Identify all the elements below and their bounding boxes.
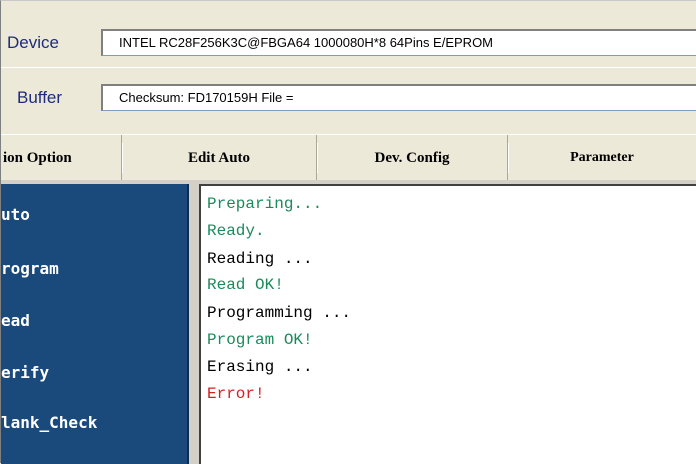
programmer-window: Device INTEL RC28F256K3C@FBGA64 1000080H…	[0, 0, 696, 464]
tab-label: Edit Auto	[187, 150, 251, 166]
buffer-label: Buffer	[17, 88, 63, 107]
log-line: Reading ...	[207, 250, 313, 268]
tab-edit-auto[interactable]: Edit Auto	[122, 135, 318, 181]
log-line: Read OK!	[207, 276, 284, 294]
device-field[interactable]: INTEL RC28F256K3C@FBGA64 1000080H*8 64Pi…	[101, 29, 696, 56]
tab-label: Parameter	[570, 150, 634, 165]
tab-function-option[interactable]: ion Option	[1, 135, 123, 181]
tab-parameter[interactable]: Parameter	[508, 135, 696, 181]
sidebar-item-blank-check[interactable]: lank_Check	[1, 408, 97, 438]
log-line: Erasing ...	[207, 358, 313, 376]
row-divider	[1, 67, 696, 68]
option-tab-bar: ion Option Edit Auto Dev. Config Paramet…	[1, 134, 696, 181]
log-line: Preparing...	[207, 195, 323, 213]
log-line: Error!	[207, 385, 265, 403]
device-row: Device INTEL RC28F256K3C@FBGA64 1000080H…	[1, 25, 696, 61]
tab-dev-config[interactable]: Dev. Config	[317, 135, 509, 181]
sidebar-item-verify[interactable]: erify	[1, 358, 49, 388]
buffer-field[interactable]: Checksum: FD170159H File =	[101, 84, 696, 111]
log-line: Program OK!	[207, 331, 313, 349]
sidebar-item-read[interactable]: ead	[1, 306, 30, 336]
buffer-row: Buffer Checksum: FD170159H File =	[1, 80, 696, 116]
log-output[interactable]: Preparing... Ready. Reading ... Read OK!…	[199, 184, 696, 464]
sidebar-item-auto[interactable]: uto	[1, 200, 30, 230]
tab-label: Dev. Config	[374, 150, 450, 166]
log-line: Ready.	[207, 222, 265, 240]
device-label: Device	[7, 33, 59, 52]
tab-label: ion Option	[3, 150, 72, 166]
sidebar-item-program[interactable]: rogram	[1, 254, 59, 284]
operation-sidebar: uto rogram ead erify lank_Check	[1, 184, 189, 464]
log-line: Programming ...	[207, 304, 352, 322]
